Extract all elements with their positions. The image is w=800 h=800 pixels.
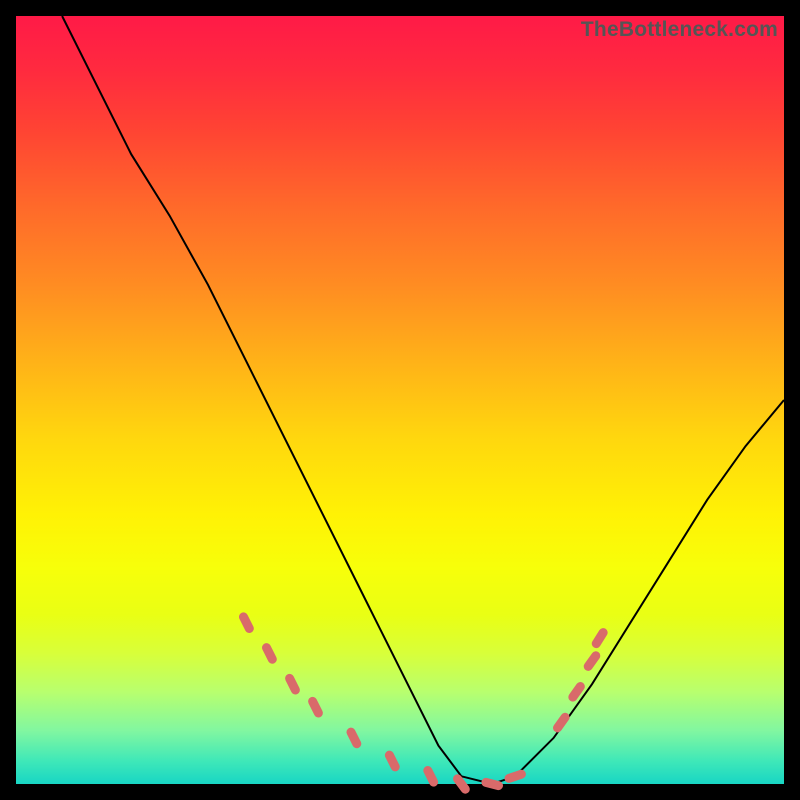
curve-marker [582,650,602,673]
curve-marker [480,777,504,791]
curve-marker [567,680,587,703]
bottleneck-curve [62,16,784,784]
plot-area: TheBottleneck.com [16,16,784,784]
curve-layer [16,16,784,784]
curve-marker [237,611,255,635]
curve-marker [422,764,440,788]
curve-marker [551,711,571,734]
curve-marker [383,749,401,773]
curve-marker [345,726,363,750]
marker-group [237,611,609,796]
curve-marker [260,642,278,666]
curve-marker [503,769,527,784]
curve-marker [284,672,302,696]
curve-marker [590,626,609,649]
chart-frame: TheBottleneck.com [0,0,800,800]
curve-marker [307,695,325,719]
